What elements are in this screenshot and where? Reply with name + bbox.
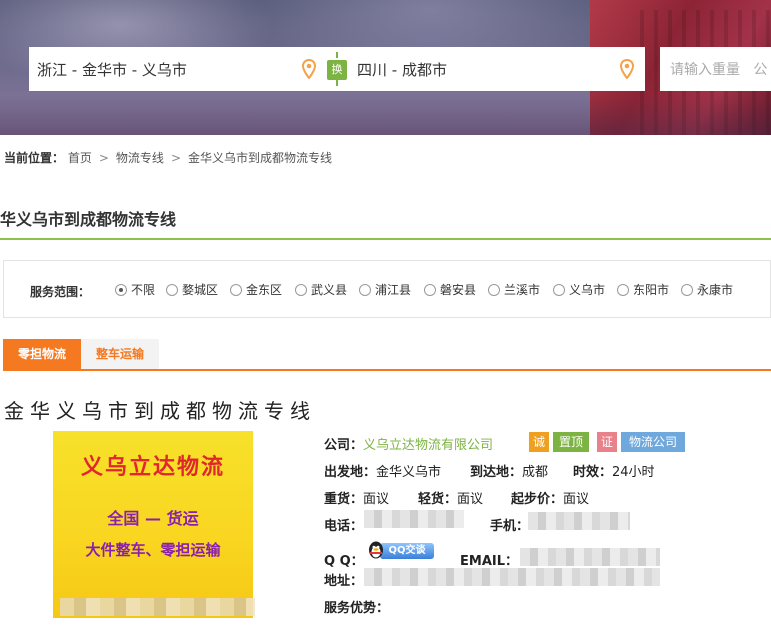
origin-input[interactable]: 浙江 - 金华市 - 义乌市 bbox=[37, 59, 187, 80]
line-title: 金华义乌市到成都物流专线 bbox=[4, 399, 316, 423]
tab-ltl-logistics[interactable]: 零担物流 bbox=[3, 339, 81, 369]
swap-tick-top bbox=[336, 52, 338, 58]
radio-selected-icon[interactable] bbox=[115, 284, 127, 296]
email-label: EMAIL： bbox=[460, 554, 518, 569]
heavy-cargo-label: 重货： bbox=[324, 492, 364, 507]
radio-icon[interactable] bbox=[424, 284, 436, 296]
destination-input[interactable]: 四川 - 成都市 bbox=[357, 59, 447, 80]
breadcrumb: 当前位置： 首页 > 物流专线 > 金华义乌市到成都物流专线 bbox=[4, 149, 332, 166]
tab-underline bbox=[3, 369, 771, 371]
breadcrumb-separator: > bbox=[98, 151, 109, 165]
origin-row: 出发地：金华义乌市 bbox=[324, 461, 441, 480]
qq-penguin-icon bbox=[369, 541, 383, 559]
phone-row: 电话： bbox=[324, 515, 363, 534]
pinned-badge: 置顶 bbox=[553, 432, 589, 452]
filter-option-all[interactable]: 不限 bbox=[115, 281, 155, 297]
company-label: 公司： bbox=[324, 438, 364, 453]
logistics-company-badge: 物流公司 bbox=[621, 432, 685, 452]
filter-option-wucheng[interactable]: 婺城区 bbox=[166, 281, 218, 297]
transit-time-value: 24小时 bbox=[612, 465, 655, 480]
mobile-label: 手机： bbox=[490, 519, 530, 534]
banner-shade bbox=[0, 95, 771, 135]
tab-full-truckload[interactable]: 整车运输 bbox=[81, 339, 159, 369]
company-image[interactable]: 义乌立达物流 全国 — 货运 大件整车、零担运输 bbox=[53, 431, 253, 618]
qq-label: Q Q： bbox=[324, 554, 364, 569]
filter-option-yiwu[interactable]: 义乌市 bbox=[553, 281, 605, 297]
email-value-redacted bbox=[520, 548, 660, 566]
service-range-label: 服务范围： bbox=[30, 285, 91, 299]
phone-value-redacted bbox=[364, 510, 464, 528]
radio-icon[interactable] bbox=[617, 284, 629, 296]
qq-chat-label: QQ交谈 bbox=[380, 543, 434, 559]
heavy-cargo-price: 面议 bbox=[363, 492, 390, 507]
filter-option-pujiang[interactable]: 浦江县 bbox=[359, 281, 411, 297]
filter-option-lanxi[interactable]: 兰溪市 bbox=[488, 281, 540, 297]
certified-badge: 证 bbox=[597, 432, 617, 452]
address-label: 地址： bbox=[324, 574, 364, 589]
weight-placeholder: 请输入重量 公 bbox=[670, 62, 768, 78]
address-value-redacted bbox=[364, 568, 660, 586]
integrity-badge: 诚 bbox=[529, 432, 549, 452]
breadcrumb-current[interactable]: 金华义乌市到成都物流专线 bbox=[188, 151, 332, 165]
filter-option-yongkang[interactable]: 永康市 bbox=[681, 281, 733, 297]
location-pin-icon[interactable] bbox=[620, 59, 634, 79]
blurred-image-caption bbox=[60, 598, 255, 616]
page-title: 华义乌市到成都物流专线 bbox=[0, 210, 177, 229]
origin-value: 金华义乌市 bbox=[376, 465, 442, 480]
filter-option-panan[interactable]: 磐安县 bbox=[424, 281, 476, 297]
destination-value: 成都 bbox=[522, 465, 549, 480]
breadcrumb-home[interactable]: 首页 bbox=[68, 151, 92, 165]
service-range-filter: 服务范围： 不限 婺城区 金东区 武义县 浦江县 磐安县 兰溪市 义乌市 东阳市… bbox=[3, 260, 771, 318]
breadcrumb-separator: > bbox=[170, 151, 181, 165]
swap-route-button[interactable]: 换 bbox=[327, 52, 347, 86]
destination-label: 到达地： bbox=[470, 465, 523, 480]
radio-icon[interactable] bbox=[681, 284, 693, 296]
email-row: EMAIL： bbox=[460, 550, 518, 569]
filter-option-dongyang[interactable]: 东阳市 bbox=[617, 281, 669, 297]
transit-time-label: 时效： bbox=[573, 465, 613, 480]
starting-price-label: 起步价： bbox=[511, 492, 564, 507]
filter-option-jindong[interactable]: 金东区 bbox=[230, 281, 282, 297]
destination-row: 到达地：成都 bbox=[470, 461, 548, 480]
company-row: 公司：义乌立达物流有限公司 bbox=[324, 434, 493, 453]
filter-option-wuyi[interactable]: 武义县 bbox=[295, 281, 347, 297]
light-cargo-row: 轻货：面议 bbox=[418, 488, 483, 507]
radio-icon[interactable] bbox=[553, 284, 565, 296]
radio-icon[interactable] bbox=[359, 284, 371, 296]
mobile-row: 手机： bbox=[490, 515, 529, 534]
company-image-name: 义乌立达物流 bbox=[80, 455, 225, 480]
mobile-value-redacted bbox=[528, 512, 630, 530]
company-name-link[interactable]: 义乌立达物流有限公司 bbox=[363, 438, 493, 453]
radio-icon[interactable] bbox=[295, 284, 307, 296]
phone-label: 电话： bbox=[324, 519, 364, 534]
weight-field[interactable]: 请输入重量 公 bbox=[660, 47, 771, 91]
hero-banner: 浙江 - 金华市 - 义乌市 换 四川 - 成都市 请输入重量 公 bbox=[0, 0, 771, 135]
qq-chat-button[interactable]: QQ交谈 bbox=[367, 540, 435, 562]
transit-time-row: 时效：24小时 bbox=[573, 461, 655, 480]
origin-label: 出发地： bbox=[324, 465, 377, 480]
service-advantage-label: 服务优势： bbox=[324, 601, 390, 616]
location-pin-icon[interactable] bbox=[302, 59, 316, 79]
breadcrumb-logistics-line[interactable]: 物流专线 bbox=[116, 151, 164, 165]
company-image-services: 大件整车、零担运输 bbox=[85, 541, 221, 559]
title-divider bbox=[0, 238, 771, 240]
radio-icon[interactable] bbox=[488, 284, 500, 296]
starting-price-value: 面议 bbox=[563, 492, 590, 507]
swap-tick-bottom bbox=[336, 80, 338, 86]
light-cargo-price: 面议 bbox=[457, 492, 484, 507]
route-search-box: 浙江 - 金华市 - 义乌市 换 四川 - 成都市 bbox=[29, 47, 645, 91]
swap-icon: 换 bbox=[327, 60, 347, 80]
light-cargo-label: 轻货： bbox=[418, 492, 458, 507]
company-image-slogan: 全国 — 货运 bbox=[107, 509, 199, 528]
radio-icon[interactable] bbox=[166, 284, 178, 296]
breadcrumb-label: 当前位置： bbox=[4, 151, 65, 165]
qq-row: Q Q： bbox=[324, 550, 364, 569]
starting-price-row: 起步价：面议 bbox=[511, 488, 589, 507]
heavy-cargo-row: 重货：面议 bbox=[324, 488, 389, 507]
radio-icon[interactable] bbox=[230, 284, 242, 296]
service-advantage-row: 服务优势： bbox=[324, 597, 389, 616]
address-row: 地址： bbox=[324, 570, 363, 589]
